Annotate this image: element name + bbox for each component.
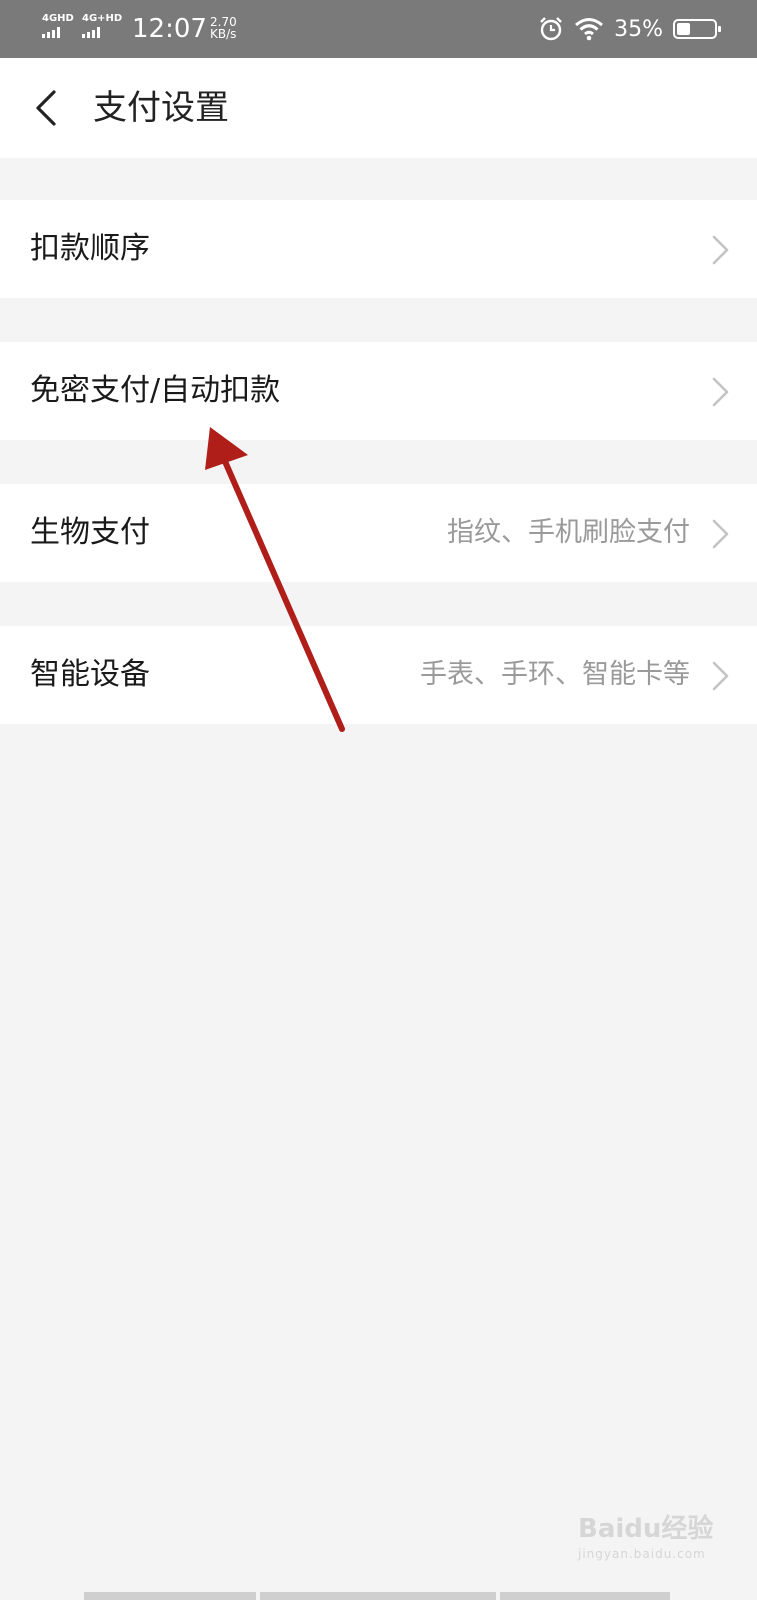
settings-item-label: 智能设备 [30, 657, 150, 692]
alarm-icon [540, 17, 562, 41]
baidu-watermark: Baidu经验 jingyan.baidu.com [578, 1508, 713, 1561]
network-speed: 2.70 KB/s [210, 16, 237, 40]
settings-item-label: 扣款顺序 [30, 231, 150, 266]
settings-item-label: 生物支付 [30, 515, 150, 550]
battery-fill [677, 23, 690, 35]
settings-item-hint: 指纹、手机刷脸支付 [447, 517, 690, 548]
battery-percent: 35% [614, 16, 663, 42]
watermark-brand: Baidu经验 [578, 1514, 714, 1544]
chevron-left-icon[interactable] [28, 86, 68, 130]
sim2-label: 4G+HD [82, 13, 123, 24]
settings-item-deduction-order[interactable]: 扣款顺序 [0, 200, 757, 298]
status-bar: 4GHD 4G+HD 12:07 2.70 KB/s 35% [0, 0, 757, 58]
speed-unit: KB/s [210, 27, 237, 41]
nav-bar-segment [260, 1592, 496, 1600]
settings-item-label: 免密支付/自动扣款 [30, 373, 281, 408]
sim1-label: 4GHD [42, 13, 74, 24]
settings-item-hint: 手表、手环、智能卡等 [420, 659, 690, 690]
page-title: 支付设置 [93, 88, 229, 128]
chevron-right-icon [712, 519, 729, 549]
nav-bar-segment [500, 1592, 670, 1600]
chevron-right-icon [712, 377, 729, 407]
chevron-right-icon [712, 235, 729, 265]
watermark-url: jingyan.baidu.com [578, 1547, 706, 1561]
nav-bar-segment [84, 1592, 256, 1600]
settings-item-smart-devices[interactable]: 智能设备 手表、手环、智能卡等 [0, 626, 757, 724]
battery-icon [673, 19, 721, 39]
page-header: 支付设置 [0, 58, 757, 158]
chevron-right-icon [712, 661, 729, 691]
signal-sim1-icon: 4GHD [42, 14, 74, 38]
status-time: 12:07 [132, 14, 207, 44]
settings-item-biometric-payment[interactable]: 生物支付 指纹、手机刷脸支付 [0, 484, 757, 582]
signal-sim2-icon: 4G+HD [82, 14, 122, 38]
settings-item-password-free-payment[interactable]: 免密支付/自动扣款 [0, 342, 757, 440]
wifi-icon [575, 18, 604, 41]
